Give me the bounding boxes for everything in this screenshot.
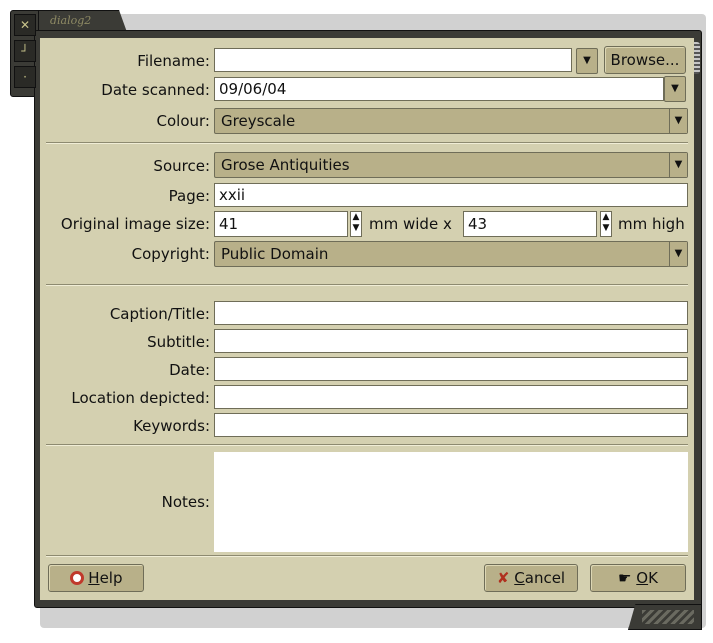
subtitle-label: Subtitle:	[147, 333, 210, 351]
date-input[interactable]	[214, 357, 688, 381]
copyright-combo[interactable]: Public Domain ▼	[214, 241, 688, 267]
source-combo[interactable]: Grose Antiquities ▼	[214, 152, 688, 178]
maximize-icon[interactable]: ┘	[14, 40, 36, 62]
chevron-down-icon: ▼	[669, 109, 687, 133]
source-label: Source:	[153, 157, 210, 175]
keywords-label: Keywords:	[133, 417, 210, 435]
filename-input[interactable]	[214, 48, 572, 72]
page-label: Page:	[168, 187, 210, 205]
close-icon[interactable]: ✕	[14, 14, 36, 36]
separator	[46, 555, 688, 557]
date-scanned-label: Date scanned:	[101, 81, 210, 99]
page-input[interactable]: xxii	[214, 183, 688, 207]
date-scanned-dropdown[interactable]: ▼	[664, 76, 686, 102]
cancel-x-icon: ✘	[496, 569, 510, 587]
height-unit: mm high	[618, 215, 685, 233]
notes-textarea[interactable]	[214, 452, 688, 552]
location-input[interactable]	[214, 385, 688, 409]
ok-hand-icon: ☛	[618, 569, 632, 587]
width-input[interactable]: 41	[214, 211, 348, 237]
notes-label: Notes:	[161, 493, 210, 511]
separator	[46, 284, 688, 286]
lifebuoy-icon	[69, 571, 84, 585]
date-scanned-input[interactable]: 09/06/04	[214, 77, 664, 101]
width-spinner[interactable]: ▲ ▼	[350, 211, 362, 237]
date-label: Date:	[169, 361, 210, 379]
subtitle-input[interactable]	[214, 329, 688, 353]
window-title: dialog2	[50, 14, 92, 27]
minimize-icon[interactable]: ·	[14, 66, 36, 88]
resize-grip-icon[interactable]	[642, 610, 694, 624]
colour-combo[interactable]: Greyscale ▼	[214, 108, 688, 134]
browse-button[interactable]: Browse...	[604, 46, 686, 74]
height-spinner[interactable]: ▲ ▼	[600, 211, 612, 237]
caption-label: Caption/Title:	[109, 305, 210, 323]
chevron-down-icon: ▼	[669, 153, 687, 177]
help-button[interactable]: Help	[48, 564, 144, 592]
ok-button[interactable]: ☛ OK	[590, 564, 686, 592]
filename-history-button[interactable]: ▼	[576, 48, 598, 74]
copyright-label: Copyright:	[131, 245, 210, 263]
height-input[interactable]: 43	[463, 211, 597, 237]
dialog-content: Filename: ▼ Browse... Date scanned: 09/0…	[40, 38, 694, 600]
separator	[46, 142, 688, 144]
chevron-down-icon: ▼	[671, 83, 679, 94]
chevron-down-icon: ▼	[583, 55, 591, 66]
cancel-button[interactable]: ✘ Cancel	[484, 564, 578, 592]
colour-label: Colour:	[156, 112, 210, 130]
chevron-down-icon: ▼	[669, 242, 687, 266]
width-unit: mm wide x	[369, 215, 452, 233]
separator	[46, 444, 688, 446]
location-label: Location depicted:	[71, 389, 210, 407]
keywords-input[interactable]	[214, 413, 688, 437]
original-size-label: Original image size:	[60, 215, 210, 233]
caption-input[interactable]	[214, 301, 688, 325]
filename-label: Filename:	[137, 52, 210, 70]
